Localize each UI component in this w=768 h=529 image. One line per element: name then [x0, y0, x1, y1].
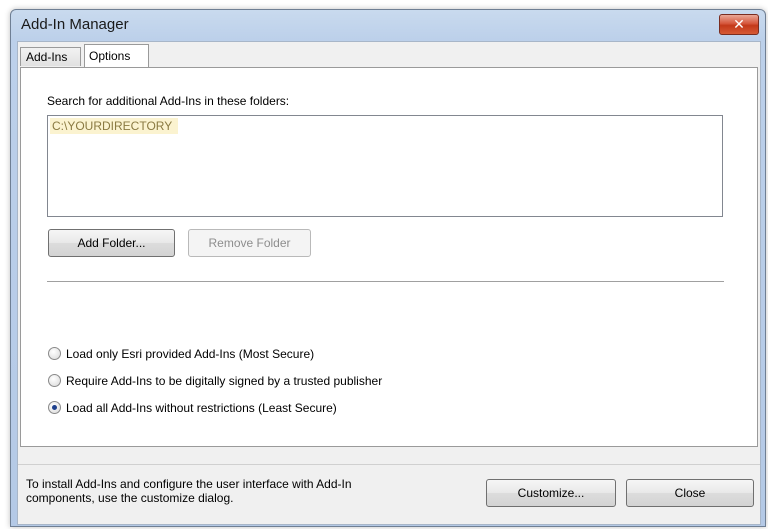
close-button[interactable]: Close [626, 479, 754, 507]
tab-strip: Add-Ins Options [20, 44, 758, 68]
footer-hint-line-2: components, use the customize dialog. [26, 491, 234, 505]
window-title: Add-In Manager [21, 16, 129, 33]
radio-label: Load all Add-Ins without restrictions (L… [66, 401, 337, 415]
tab-options[interactable]: Options [84, 44, 149, 67]
title-bar[interactable]: Add-In Manager ✕ [11, 10, 765, 40]
radio-label: Require Add-Ins to be digitally signed b… [66, 374, 383, 388]
separator [47, 281, 724, 282]
tab-add-ins[interactable]: Add-Ins [20, 47, 81, 66]
radio-button-icon[interactable] [48, 374, 61, 387]
options-tab-panel: Search for additional Add-Ins in these f… [20, 67, 758, 447]
customize-button[interactable]: Customize... [486, 479, 616, 507]
add-in-manager-dialog: Add-In Manager ✕ Add-Ins Options Search … [10, 9, 766, 527]
radio-button-icon[interactable] [48, 347, 61, 360]
footer-hint-line-1: To install Add-Ins and configure the use… [26, 477, 352, 491]
dialog-client-area: Add-Ins Options Search for additional Ad… [17, 41, 761, 525]
radio-label: Load only Esri provided Add-Ins (Most Se… [66, 347, 315, 361]
radio-button-selected-icon[interactable] [48, 401, 61, 414]
footer-hint: To install Add-Ins and configure the use… [26, 477, 446, 505]
folder-list-item[interactable]: C:\YOURDIRECTORY [50, 118, 179, 134]
close-icon[interactable]: ✕ [719, 14, 759, 35]
search-folders-label: Search for additional Add-Ins in these f… [47, 94, 290, 108]
footer-divider [18, 464, 760, 465]
add-folder-button[interactable]: Add Folder... [48, 229, 175, 257]
remove-folder-button[interactable]: Remove Folder [188, 229, 311, 257]
folder-list[interactable]: C:\YOURDIRECTORY [47, 115, 723, 217]
